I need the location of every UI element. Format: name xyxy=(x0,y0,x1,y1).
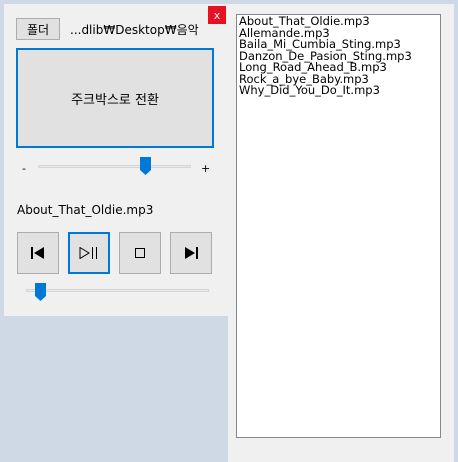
player-panel: 폴더 ...dlib₩Desktop₩음악 x 주크박스로 전환 - + Abo… xyxy=(4,4,228,316)
previous-track-button[interactable] xyxy=(17,232,59,274)
playlist-listbox[interactable]: About_That_Oldie.mp3 Allemande.mp3 Baila… xyxy=(236,14,441,438)
playlist-panel: About_That_Oldie.mp3 Allemande.mp3 Baila… xyxy=(228,4,454,462)
volume-minus-label: - xyxy=(22,162,26,175)
stop-button[interactable] xyxy=(119,232,161,274)
position-slider-track[interactable] xyxy=(26,289,209,292)
stop-icon xyxy=(135,248,145,258)
volume-slider-thumb[interactable] xyxy=(140,157,151,175)
position-slider-thumb[interactable] xyxy=(35,283,46,301)
play-pause-icon xyxy=(79,247,99,259)
close-button[interactable]: x xyxy=(208,6,226,24)
close-icon: x xyxy=(213,8,221,22)
volume-slider-track[interactable] xyxy=(38,165,191,168)
switch-to-jukebox-button[interactable]: 주크박스로 전환 xyxy=(16,48,214,148)
skip-next-icon xyxy=(184,247,198,259)
folder-path-label: ...dlib₩Desktop₩음악 xyxy=(70,23,199,37)
next-track-button[interactable] xyxy=(170,232,212,274)
folder-button[interactable]: 폴더 xyxy=(16,18,60,40)
now-playing-label: About_That_Oldie.mp3 xyxy=(17,203,154,217)
skip-previous-icon xyxy=(31,247,45,259)
volume-plus-label: + xyxy=(201,162,211,175)
play-pause-button[interactable] xyxy=(68,232,110,274)
playlist-item[interactable]: Why_Did_You_Do_It.mp3 xyxy=(239,84,438,97)
